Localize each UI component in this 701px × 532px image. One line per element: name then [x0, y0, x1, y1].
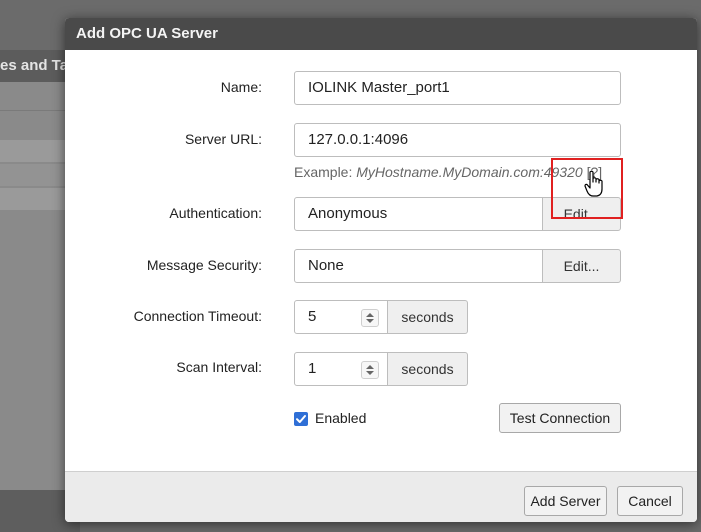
add-server-button[interactable]: Add Server — [524, 486, 607, 516]
authentication-label: Authentication: — [169, 205, 262, 221]
scan-interval-input[interactable]: 1 — [294, 352, 388, 386]
message-security-value: None — [294, 249, 543, 283]
scan-interval-value: 1 — [308, 360, 317, 377]
cancel-button[interactable]: Cancel — [617, 486, 683, 516]
hand-pointer-icon — [584, 170, 603, 197]
background-panel-title: es and Ta — [0, 57, 69, 74]
message-security-label: Message Security: — [146, 257, 262, 273]
dialog-title: Add OPC UA Server — [65, 18, 697, 50]
dialog-footer: Add Server Cancel — [65, 471, 697, 522]
enabled-checkbox[interactable] — [294, 412, 308, 426]
spinner-up-icon[interactable] — [366, 365, 374, 369]
example-value: MyHostname.MyDomain.com:49320 — [356, 164, 583, 180]
test-connection-button[interactable]: Test Connection — [499, 403, 621, 433]
spinner-down-icon[interactable] — [366, 371, 374, 375]
name-input[interactable]: IOLINK Master_port1 — [294, 71, 621, 105]
spinner-up-icon[interactable] — [366, 313, 374, 317]
spinner-down-icon[interactable] — [366, 319, 374, 323]
scan-interval-spinner[interactable] — [361, 361, 379, 379]
example-prefix: Example: — [294, 164, 357, 180]
authentication-value: Anonymous — [294, 197, 543, 231]
scan-interval-unit: seconds — [388, 352, 468, 386]
add-opc-ua-server-dialog: Add OPC UA Server Name: IOLINK Master_po… — [65, 18, 697, 522]
connection-timeout-spinner[interactable] — [361, 309, 379, 327]
name-label: Name: — [220, 79, 262, 95]
connection-timeout-input[interactable]: 5 — [294, 300, 388, 334]
checkmark-icon — [296, 415, 306, 423]
enabled-label[interactable]: Enabled — [315, 410, 366, 426]
server-url-label: Server URL: — [184, 131, 262, 147]
connection-timeout-value: 5 — [308, 308, 317, 325]
server-url-input[interactable]: 127.0.0.1:4096 — [294, 123, 621, 157]
connection-timeout-unit: seconds — [388, 300, 468, 334]
message-security-edit-button[interactable]: Edit... — [542, 249, 621, 283]
scan-interval-label: Scan Interval: — [176, 359, 262, 375]
connection-timeout-label: Connection Timeout: — [133, 308, 262, 324]
